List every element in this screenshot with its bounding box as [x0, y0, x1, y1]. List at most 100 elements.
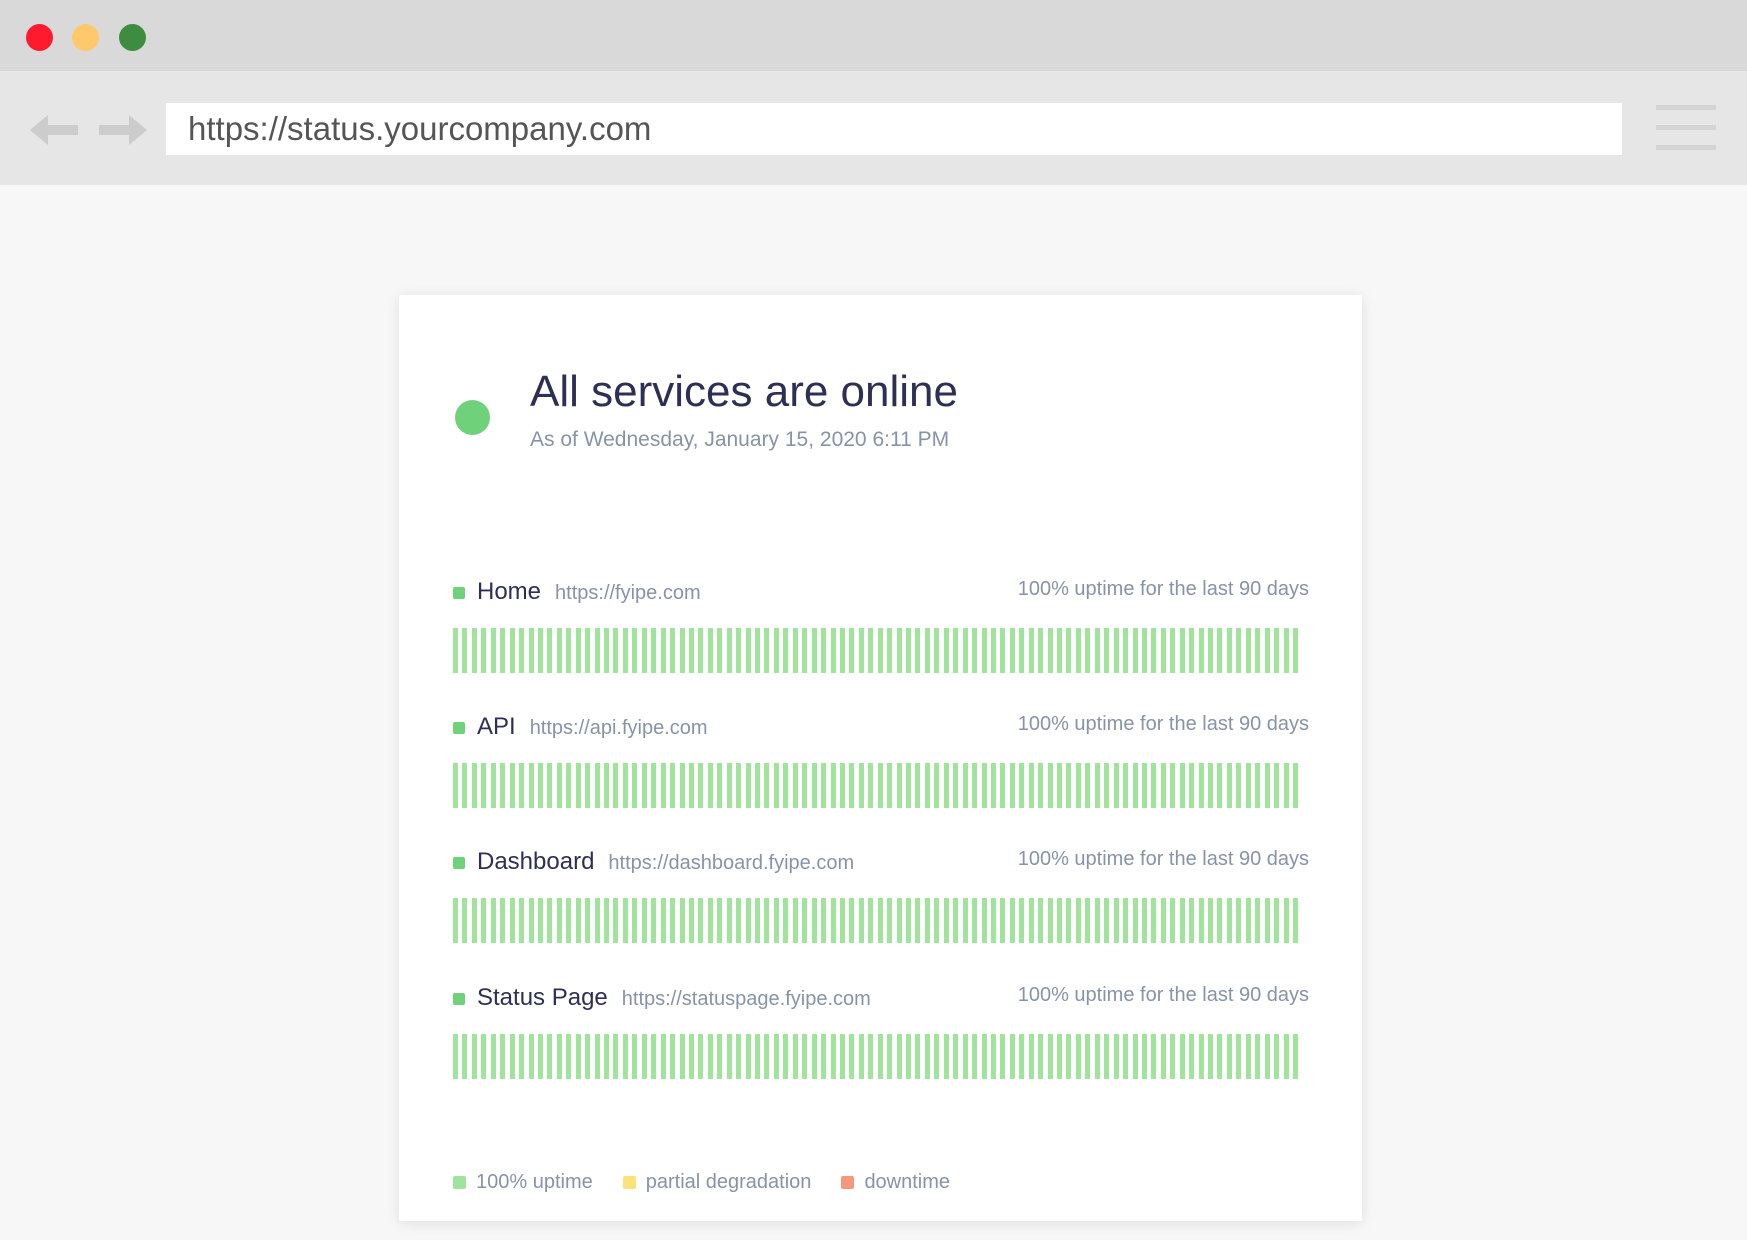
uptime-day-bar[interactable]: [915, 763, 921, 808]
uptime-day-bar[interactable]: [868, 628, 874, 673]
uptime-day-bar[interactable]: [1198, 628, 1204, 673]
uptime-day-bar[interactable]: [1255, 1034, 1261, 1079]
uptime-day-bar[interactable]: [736, 763, 742, 808]
uptime-day-bar[interactable]: [1292, 898, 1298, 943]
uptime-day-bar[interactable]: [1113, 628, 1119, 673]
arrow-right-icon[interactable]: [97, 111, 147, 154]
uptime-day-bar[interactable]: [490, 1034, 496, 1079]
service-url[interactable]: https://dashboard.fyipe.com: [608, 852, 854, 874]
uptime-day-bar[interactable]: [792, 628, 798, 673]
uptime-day-bar[interactable]: [1245, 1034, 1251, 1079]
uptime-day-bar[interactable]: [490, 628, 496, 673]
uptime-day-bar[interactable]: [1028, 763, 1034, 808]
uptime-day-bar[interactable]: [764, 628, 770, 673]
uptime-day-bar[interactable]: [1255, 898, 1261, 943]
uptime-day-bar[interactable]: [1226, 1034, 1232, 1079]
uptime-day-bar[interactable]: [736, 1034, 742, 1079]
uptime-day-bar[interactable]: [1132, 628, 1138, 673]
uptime-day-bar[interactable]: [887, 628, 893, 673]
uptime-day-bar[interactable]: [802, 1034, 808, 1079]
uptime-day-bar[interactable]: [471, 628, 477, 673]
uptime-day-bar[interactable]: [537, 898, 543, 943]
uptime-day-bar[interactable]: [755, 898, 760, 943]
service-url[interactable]: https://statuspage.fyipe.com: [622, 988, 871, 1010]
uptime-day-bar[interactable]: [830, 763, 836, 808]
uptime-day-bar[interactable]: [972, 763, 978, 808]
uptime-day-bar[interactable]: [1236, 898, 1242, 943]
uptime-day-bar[interactable]: [1292, 763, 1298, 808]
uptime-day-bar[interactable]: [1104, 898, 1110, 943]
uptime-day-bar[interactable]: [688, 763, 694, 808]
uptime-day-bar[interactable]: [698, 1034, 704, 1079]
uptime-day-bar[interactable]: [500, 898, 506, 943]
uptime-day-bar[interactable]: [1217, 1034, 1223, 1079]
uptime-day-bar[interactable]: [519, 628, 525, 673]
uptime-day-bar[interactable]: [707, 628, 713, 673]
uptime-day-bar[interactable]: [792, 898, 798, 943]
service-url[interactable]: https://fyipe.com: [555, 582, 701, 604]
uptime-day-bar[interactable]: [783, 1034, 789, 1079]
uptime-day-bar[interactable]: [707, 1034, 713, 1079]
hamburger-menu-icon[interactable]: [1656, 105, 1716, 156]
uptime-day-bar[interactable]: [773, 898, 779, 943]
uptime-day-bar[interactable]: [547, 898, 553, 943]
uptime-day-bar[interactable]: [924, 763, 930, 808]
uptime-day-bar[interactable]: [1179, 898, 1185, 943]
uptime-day-bar[interactable]: [509, 628, 515, 673]
uptime-day-bar[interactable]: [990, 628, 996, 673]
uptime-day-bar[interactable]: [481, 898, 487, 943]
uptime-day-bar[interactable]: [1170, 898, 1176, 943]
uptime-day-bar[interactable]: [604, 1034, 609, 1079]
uptime-day-bar[interactable]: [660, 898, 666, 943]
uptime-day-bar[interactable]: [1236, 1034, 1242, 1079]
uptime-day-bar[interactable]: [453, 763, 458, 808]
uptime-day-bar[interactable]: [990, 1034, 996, 1079]
uptime-day-bar[interactable]: [1274, 898, 1280, 943]
uptime-day-bar[interactable]: [462, 898, 468, 943]
uptime-day-bar[interactable]: [490, 763, 496, 808]
uptime-day-bar[interactable]: [1028, 1034, 1034, 1079]
uptime-day-bar[interactable]: [528, 1034, 534, 1079]
uptime-day-bar[interactable]: [453, 1034, 458, 1079]
uptime-day-bar[interactable]: [519, 1034, 525, 1079]
uptime-day-bar[interactable]: [1038, 763, 1044, 808]
uptime-day-bar[interactable]: [1047, 763, 1053, 808]
uptime-day-bar[interactable]: [519, 898, 525, 943]
uptime-day-bar[interactable]: [896, 898, 902, 943]
uptime-day-bar[interactable]: [1066, 763, 1072, 808]
uptime-day-bar[interactable]: [1151, 628, 1157, 673]
uptime-day-bar[interactable]: [962, 898, 968, 943]
uptime-day-bar[interactable]: [896, 1034, 902, 1079]
uptime-day-bar[interactable]: [1057, 1034, 1062, 1079]
uptime-day-bar[interactable]: [670, 898, 676, 943]
uptime-day-bar[interactable]: [509, 1034, 515, 1079]
uptime-day-bar[interactable]: [877, 628, 883, 673]
uptime-day-bar[interactable]: [1123, 1034, 1129, 1079]
uptime-day-bar[interactable]: [802, 628, 808, 673]
uptime-day-bar[interactable]: [1132, 1034, 1138, 1079]
uptime-day-bar[interactable]: [764, 763, 770, 808]
uptime-day-bar[interactable]: [679, 898, 685, 943]
uptime-day-bar[interactable]: [1245, 763, 1251, 808]
uptime-day-bar[interactable]: [566, 1034, 572, 1079]
uptime-day-bar[interactable]: [717, 628, 723, 673]
uptime-day-bar[interactable]: [594, 898, 600, 943]
uptime-day-bar[interactable]: [764, 1034, 770, 1079]
uptime-day-bar[interactable]: [556, 628, 562, 673]
uptime-day-bar[interactable]: [717, 763, 723, 808]
uptime-day-bar[interactable]: [1009, 763, 1015, 808]
uptime-day-bar[interactable]: [1047, 898, 1053, 943]
uptime-day-bar[interactable]: [1104, 1034, 1110, 1079]
uptime-day-bar[interactable]: [471, 1034, 477, 1079]
uptime-day-bar[interactable]: [1236, 763, 1242, 808]
uptime-day-bar[interactable]: [1000, 898, 1006, 943]
uptime-day-bar[interactable]: [849, 898, 855, 943]
uptime-day-bar[interactable]: [736, 898, 742, 943]
uptime-day-bar[interactable]: [594, 1034, 600, 1079]
uptime-day-bar[interactable]: [981, 763, 987, 808]
uptime-day-bar[interactable]: [877, 763, 883, 808]
uptime-day-bar[interactable]: [906, 628, 911, 673]
uptime-day-bar[interactable]: [670, 1034, 676, 1079]
uptime-day-bar[interactable]: [622, 898, 628, 943]
window-close-button[interactable]: [26, 24, 53, 51]
